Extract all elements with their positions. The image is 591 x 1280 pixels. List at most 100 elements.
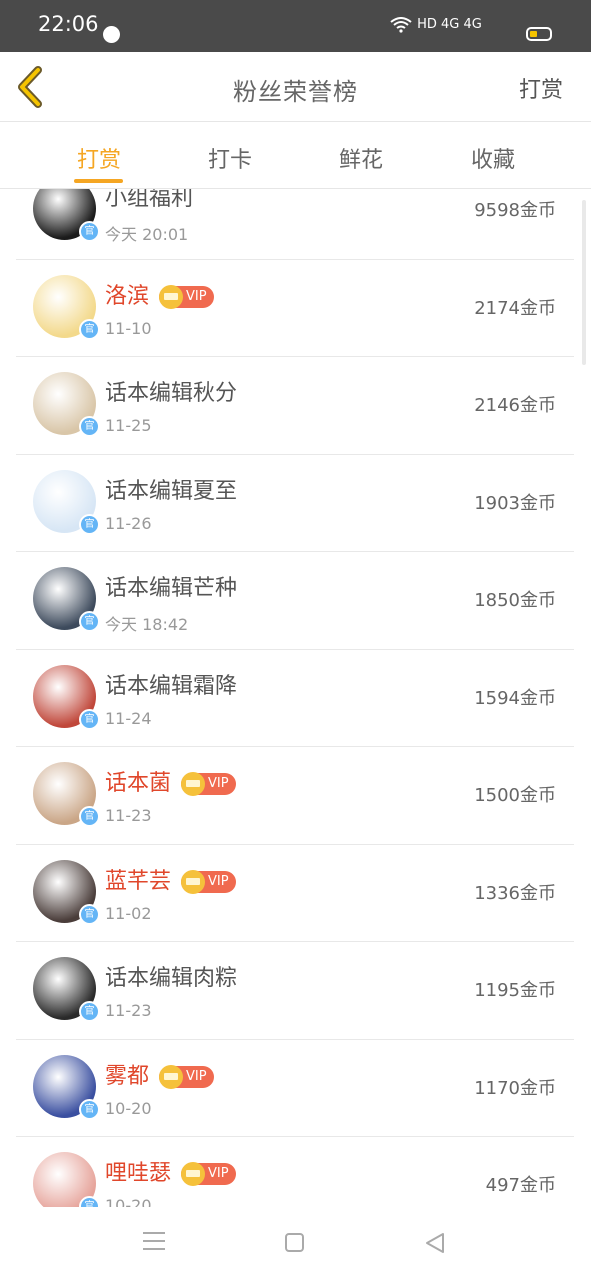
battery-icon <box>526 27 552 41</box>
vip-badge: VIP <box>159 1064 214 1089</box>
user-name: 话本编辑肉粽 <box>105 960 237 992</box>
page-title: 粉丝荣誉榜 <box>233 78 358 106</box>
official-badge-icon: 官 <box>79 318 100 340</box>
reward-amount: 1170金币 <box>474 1077 556 1099</box>
reward-amount: 2174金币 <box>474 297 556 319</box>
crown-icon <box>181 1162 206 1186</box>
list-item[interactable]: 官话本菌 VIP 11-23 1500金币 <box>0 747 591 845</box>
user-name-text: 话本编辑芒种 <box>105 576 238 601</box>
list-item[interactable]: 官哩哇瑟 VIP 10-20 497金币 <box>0 1137 591 1207</box>
reward-amount: 1594金币 <box>474 687 556 709</box>
vip-label: VIP <box>208 1166 229 1181</box>
official-badge-icon: 官 <box>79 416 100 437</box>
reward-date: 11-25 <box>105 416 152 435</box>
reward-amount: 1336金币 <box>474 882 556 904</box>
system-nav-bar <box>0 1207 591 1280</box>
user-name: 话本编辑霜降 <box>105 668 237 700</box>
tab-reward[interactable]: 打赏 <box>59 142 139 174</box>
user-name-text: 小组福利 <box>105 189 194 211</box>
vip-badge: VIP <box>181 869 236 894</box>
vip-label: VIP <box>186 288 207 304</box>
user-name: 话本编辑芒种 <box>105 570 237 602</box>
user-name: 雾都 VIP <box>105 1058 214 1090</box>
list-item[interactable]: 官雾都 VIP 10-20 1170金币 <box>0 1040 591 1138</box>
reward-date: 11-23 <box>105 1001 152 1020</box>
user-name: 蓝芊芸 VIP <box>105 863 236 895</box>
reward-button[interactable]: 打赏 <box>519 72 563 104</box>
reward-date: 11-23 <box>105 806 152 825</box>
ranking-list[interactable]: 官小组福利 今天 20:01 9598金币官洛滨 VIP 11-10 2174金币官话本编… <box>0 189 591 1207</box>
official-badge-icon: 官 <box>79 513 100 535</box>
list-item[interactable]: 官话本编辑肉粽 11-23 1195金币 <box>0 942 591 1040</box>
reward-date: 10-20 <box>105 1098 152 1118</box>
crown-icon <box>159 1064 184 1089</box>
list-item[interactable]: 官话本编辑芒种今天 18:42 1850金币 <box>0 552 591 650</box>
list-item[interactable]: 官蓝芊芸 VIP 11-02 1336金币 <box>0 845 591 943</box>
reward-amount: 1850金币 <box>474 590 556 611</box>
official-badge-icon: 官 <box>79 903 100 925</box>
vip-badge: VIP <box>181 772 236 796</box>
vip-label: VIP <box>186 1068 207 1084</box>
vip-label: VIP <box>208 873 229 889</box>
official-badge-icon: 官 <box>79 1196 100 1207</box>
user-name-text: 蓝芊芸 <box>105 868 172 894</box>
reward-date: 11-24 <box>105 708 152 728</box>
official-badge-icon: 官 <box>79 221 100 242</box>
user-name-text: 雾都 <box>105 1063 150 1089</box>
reward-amount: 1903金币 <box>474 492 556 514</box>
crown-icon <box>159 284 184 309</box>
official-badge-icon: 官 <box>79 806 100 827</box>
home-icon[interactable] <box>285 1233 304 1252</box>
vip-badge: VIP <box>181 1162 236 1186</box>
app-header: 粉丝荣誉榜 打赏 <box>0 52 591 122</box>
menu-icon[interactable] <box>143 1232 165 1250</box>
scrollbar[interactable] <box>582 200 586 365</box>
user-name-text: 话本编辑霜降 <box>105 673 238 699</box>
official-badge-icon: 官 <box>79 611 100 632</box>
crown-icon <box>181 772 206 796</box>
active-tab-indicator <box>74 179 123 183</box>
list-item[interactable]: 官小组福利 今天 20:01 9598金币 <box>0 189 591 260</box>
user-name-text: 话本编辑肉粽 <box>105 966 238 991</box>
user-name-text: 话本编辑夏至 <box>105 478 238 504</box>
user-name-text: 话本菌 <box>105 771 172 796</box>
user-name-text: 哩哇瑟 <box>105 1161 172 1186</box>
vip-label: VIP <box>208 776 229 791</box>
reward-amount: 497金币 <box>485 1175 556 1196</box>
user-name: 洛滨 VIP <box>105 278 214 310</box>
reward-date: 11-10 <box>105 318 152 338</box>
user-name: 话本菌 VIP <box>105 765 236 797</box>
user-name: 小组福利 <box>105 189 193 212</box>
wifi-icon <box>390 16 412 33</box>
tab-flowers[interactable]: 鲜花 <box>321 142 401 174</box>
official-badge-icon: 官 <box>79 1098 100 1120</box>
list-item[interactable]: 官洛滨 VIP 11-10 2174金币 <box>0 260 591 358</box>
reward-date: 今天 18:42 <box>105 615 189 634</box>
reward-date: 今天 20:01 <box>105 225 189 244</box>
user-name-text: 话本编辑秋分 <box>105 381 238 406</box>
user-name: 哩哇瑟 VIP <box>105 1155 236 1187</box>
status-time: 22:06 <box>38 12 99 36</box>
system-icons: HD 4G 4G <box>390 14 482 33</box>
user-name-text: 洛滨 <box>105 283 150 309</box>
reward-amount: 2146金币 <box>474 395 556 416</box>
globe-icon <box>103 26 120 43</box>
crown-icon <box>181 869 206 894</box>
reward-date: 11-26 <box>105 513 152 533</box>
list-item[interactable]: 官话本编辑夏至 11-26 1903金币 <box>0 455 591 553</box>
reward-amount: 1500金币 <box>474 785 556 806</box>
list-item[interactable]: 官话本编辑秋分 11-25 2146金币 <box>0 357 591 455</box>
tab-favorites[interactable]: 收藏 <box>453 142 533 174</box>
user-name: 话本编辑夏至 <box>105 473 237 505</box>
official-badge-icon: 官 <box>79 708 100 730</box>
reward-amount: 1195金币 <box>474 980 556 1001</box>
network-label: HD 4G 4G <box>417 17 482 32</box>
status-bar: 22:06 HD 4G 4G <box>0 0 591 52</box>
tab-checkin[interactable]: 打卡 <box>190 142 270 174</box>
back-triangle-icon[interactable] <box>424 1232 446 1254</box>
vip-badge: VIP <box>159 284 214 309</box>
list-item[interactable]: 官话本编辑霜降 11-24 1594金币 <box>0 650 591 748</box>
user-name: 话本编辑秋分 <box>105 375 237 407</box>
official-badge-icon: 官 <box>79 1001 100 1022</box>
reward-date: 10-20 <box>105 1196 152 1207</box>
